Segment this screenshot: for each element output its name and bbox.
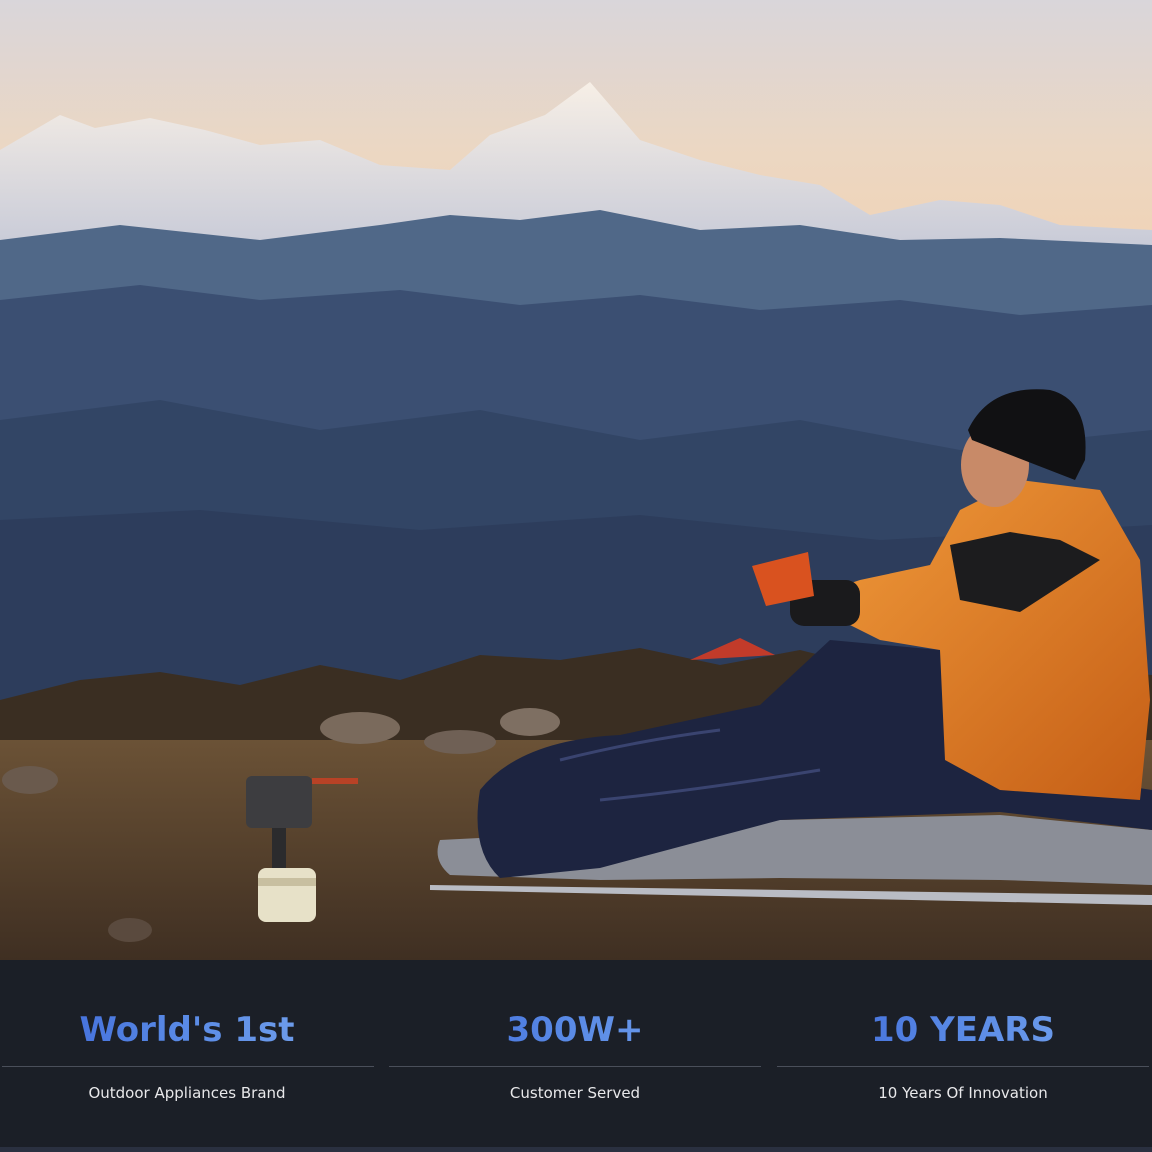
- stat-divider: [2, 1066, 374, 1067]
- section-bottom-border: [0, 1147, 1152, 1152]
- stat-value: 10 YEARS: [777, 1010, 1149, 1050]
- hero-image: [0, 0, 1152, 960]
- stat-divider: [389, 1066, 761, 1067]
- stat-divider: [777, 1066, 1149, 1067]
- stats-section: World's 1st Outdoor Appliances Brand 300…: [0, 960, 1152, 1152]
- stat-caption: 10 Years Of Innovation: [878, 1084, 1048, 1102]
- stat-caption: Customer Served: [509, 1084, 641, 1102]
- stat-caption: Outdoor Appliances Brand: [88, 1084, 286, 1102]
- stat-worlds-first: World's 1st Outdoor Appliances Brand: [0, 960, 374, 1152]
- stat-years: 10 YEARS 10 Years Of Innovation: [777, 960, 1149, 1152]
- stat-value: 300W+: [389, 1010, 761, 1050]
- stat-value: World's 1st: [0, 1010, 374, 1050]
- hero-illustration: [0, 0, 1152, 960]
- stat-customers: 300W+ Customer Served: [389, 960, 761, 1152]
